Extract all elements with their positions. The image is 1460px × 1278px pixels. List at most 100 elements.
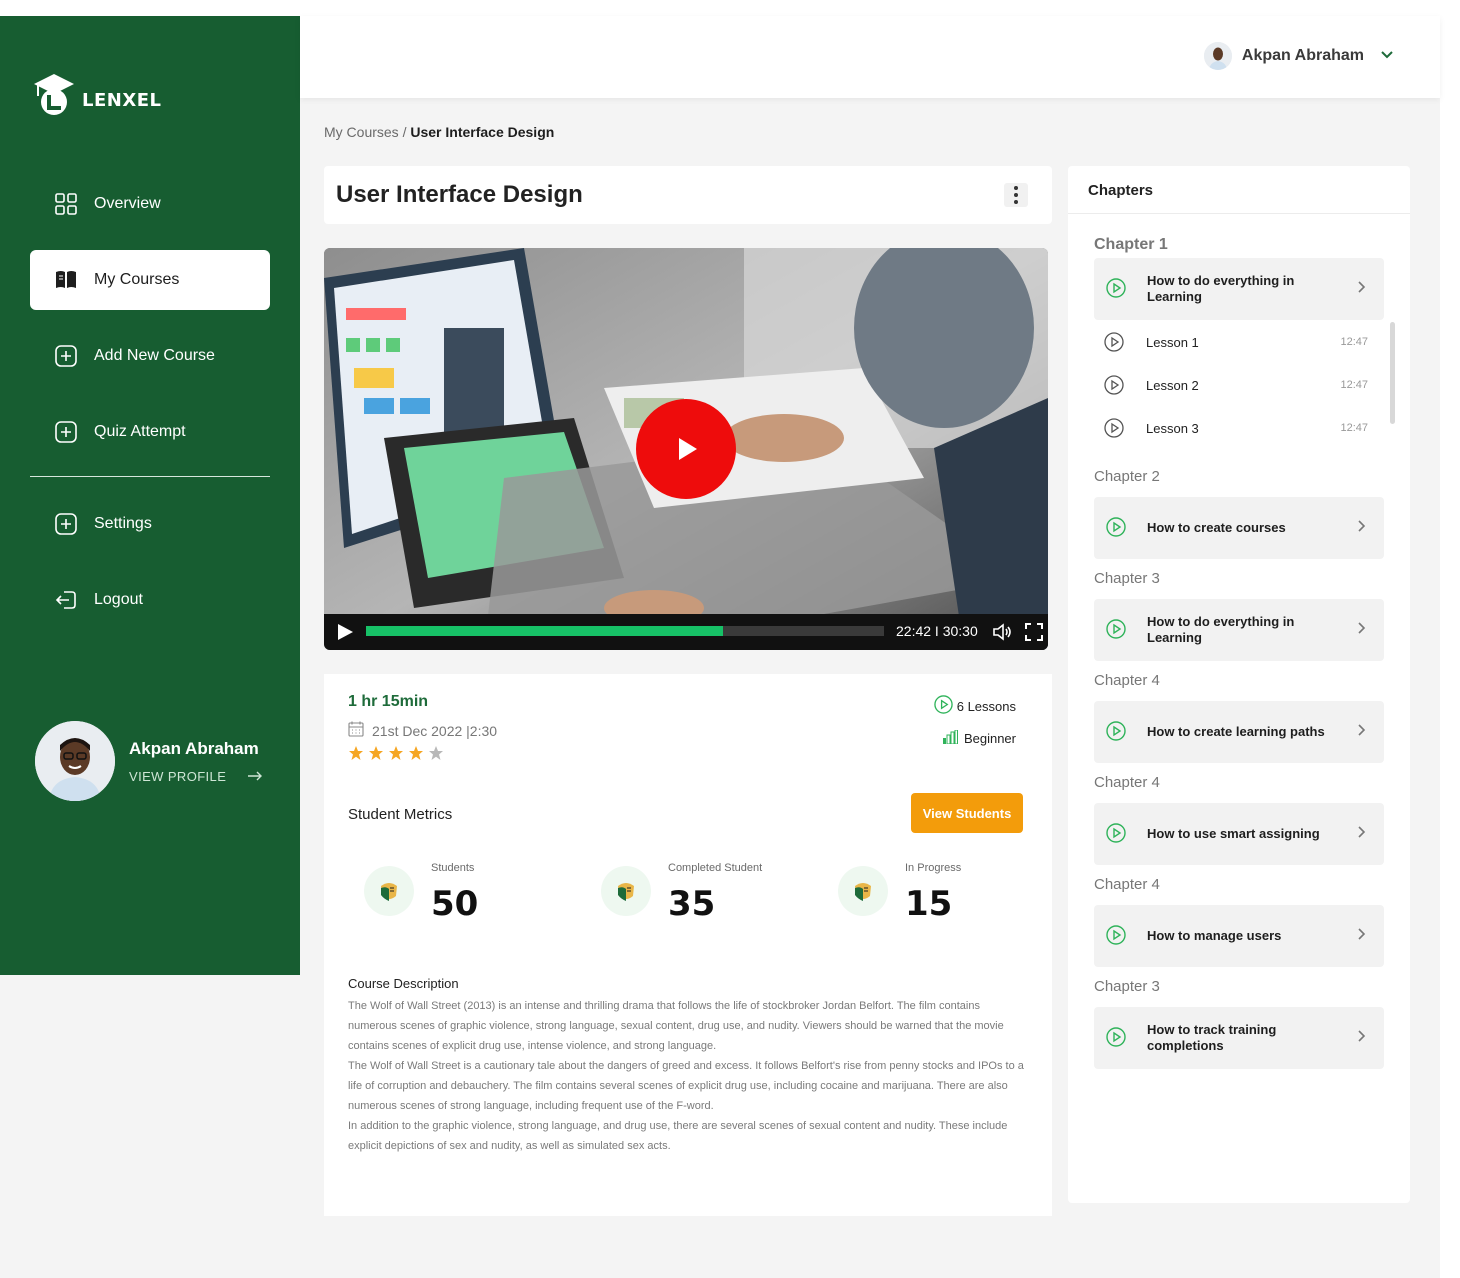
description-paragraph: The Wolf of Wall Street is a cautionary … — [348, 1060, 1024, 1112]
metric-value: 50 — [431, 884, 479, 924]
chevron-right-icon — [1358, 520, 1366, 532]
kebab-dot — [1014, 193, 1018, 197]
chevron-right-icon — [1358, 928, 1366, 940]
profile-name: Akpan Abraham — [129, 738, 259, 758]
chapter-item[interactable]: How to create courses — [1094, 497, 1384, 559]
chevron-down-icon — [1380, 47, 1394, 65]
student-icon — [601, 866, 651, 916]
play-circle-icon — [1104, 332, 1124, 352]
course-description-title: Course Description — [348, 976, 459, 991]
logout-icon — [54, 588, 78, 612]
brand-name: LENXEL — [82, 89, 162, 111]
chapters-title: Chapters — [1088, 182, 1154, 199]
lesson-item[interactable]: Lesson 3 12:47 — [1104, 417, 1368, 439]
chapter-label: Chapter 2 — [1094, 468, 1160, 485]
play-circle-icon — [1106, 823, 1126, 843]
chapter-item-title: How to create learning paths — [1147, 724, 1325, 739]
chapter-label: Chapter 1 — [1094, 236, 1168, 253]
graduation-cap-icon — [32, 72, 76, 118]
view-profile-link[interactable]: VIEW PROFILE — [129, 768, 263, 784]
user-menu[interactable]: Akpan Abraham — [1203, 42, 1394, 70]
star-empty-icon — [429, 746, 443, 760]
chapter-item[interactable]: How to manage users — [1094, 905, 1384, 967]
sidebar-item-label: Overview — [94, 195, 161, 212]
metric-label: Completed Student — [668, 862, 763, 874]
sidebar-item-label: Logout — [94, 591, 143, 608]
video-controls: 22:42 I 30:30 — [324, 614, 1048, 650]
kebab-dot — [1014, 186, 1018, 190]
breadcrumb-current: User Interface Design — [410, 124, 555, 140]
video-progress-bar[interactable] — [366, 626, 884, 636]
play-video-button[interactable] — [636, 399, 736, 499]
description-paragraph: In addition to the graphic violence, str… — [348, 1120, 1008, 1152]
star-filled-icon — [369, 746, 383, 760]
sidebar-divider — [30, 476, 270, 477]
fullscreen-icon[interactable] — [1024, 622, 1044, 642]
chapters-panel: Chapters Chapter 1 How to do everything … — [1068, 166, 1410, 1203]
sidebar-item-quiz-attempt[interactable]: Quiz Attempt — [30, 402, 270, 462]
signal-bars-icon — [942, 729, 958, 747]
star-filled-icon — [349, 746, 363, 760]
metric-label: Students — [431, 862, 475, 874]
sidebar-item-add-new-course[interactable]: Add New Course — [30, 326, 270, 386]
video-time: 22:42 I 30:30 — [896, 623, 978, 639]
course-info-card: 1 hr 15min 21st Dec 2022 |2:30 6 Lessons… — [324, 674, 1052, 1216]
more-options-button[interactable] — [1004, 183, 1028, 207]
sidebar-item-label: Settings — [94, 515, 152, 532]
arrow-right-icon — [248, 769, 263, 784]
play-circle-icon — [1106, 1027, 1126, 1047]
lesson-title: Lesson 3 — [1146, 420, 1199, 436]
sidebar-item-label: Quiz Attempt — [94, 423, 186, 440]
sidebar-item-overview[interactable]: Overview — [30, 174, 270, 234]
chapters-scrollbar[interactable] — [1390, 322, 1395, 424]
chapter-item[interactable]: How to use smart assigning — [1094, 803, 1384, 865]
plus-square-icon — [54, 344, 78, 368]
chapter-item[interactable]: How to create learning paths — [1094, 701, 1384, 763]
play-circle-icon — [1106, 278, 1126, 298]
chapter-item-title: How to do everything in Learning — [1147, 614, 1295, 645]
play-circle-icon — [934, 695, 953, 717]
video-player[interactable]: 22:42 I 30:30 — [324, 248, 1048, 650]
plus-square-icon — [54, 420, 78, 444]
lesson-item[interactable]: Lesson 2 12:47 — [1104, 374, 1368, 396]
metric-value: 15 — [905, 884, 953, 924]
view-students-button[interactable]: View Students — [911, 793, 1023, 833]
sidebar-item-label: Add New Course — [94, 347, 215, 364]
lesson-duration: 12:47 — [1340, 336, 1368, 348]
description-paragraph: The Wolf of Wall Street (2013) is an int… — [348, 1000, 1004, 1052]
breadcrumb-separator: / — [402, 124, 407, 140]
play-icon[interactable] — [336, 623, 354, 641]
brand-logo[interactable]: LENXEL — [32, 72, 161, 118]
kebab-dot — [1014, 200, 1018, 204]
course-duration: 1 hr 15min — [348, 693, 429, 710]
sidebar-item-logout[interactable]: Logout — [30, 570, 270, 630]
course-title-card: User Interface Design — [324, 166, 1052, 224]
chapter-item[interactable]: How to do everything in Learning — [1094, 258, 1384, 320]
play-circle-icon — [1106, 925, 1126, 945]
sidebar-item-my-courses[interactable]: My Courses — [30, 250, 270, 310]
chapter-item[interactable]: How to track training completions — [1094, 1007, 1384, 1069]
star-filled-icon — [409, 746, 423, 760]
calendar-icon — [348, 721, 364, 740]
sidebar-profile: Akpan Abraham VIEW PROFILE — [35, 721, 263, 801]
play-circle-icon — [1104, 418, 1124, 438]
avatar[interactable] — [35, 721, 115, 801]
chapter-item-title: How to do everything in Learning — [1147, 273, 1295, 304]
header-user-name: Akpan Abraham — [1241, 47, 1364, 64]
chapter-item-title: How to create courses — [1147, 520, 1286, 535]
chapter-item[interactable]: How to do everything in Learning — [1094, 599, 1384, 661]
plus-square-icon — [54, 512, 78, 536]
lesson-title: Lesson 2 — [1146, 377, 1199, 393]
chevron-right-icon — [1358, 281, 1366, 293]
play-icon — [679, 438, 697, 460]
course-description: The Wolf of Wall Street (2013) is an int… — [348, 996, 1028, 1156]
sidebar-item-settings[interactable]: Settings — [30, 494, 270, 554]
lesson-item[interactable]: Lesson 1 12:47 — [1104, 331, 1368, 353]
view-profile-label: VIEW PROFILE — [129, 768, 227, 784]
chapter-label: Chapter 3 — [1094, 570, 1160, 587]
breadcrumb-parent[interactable]: My Courses — [324, 124, 399, 140]
volume-icon[interactable] — [992, 622, 1012, 642]
avatar — [1203, 42, 1232, 70]
course-date: 21st Dec 2022 |2:30 — [348, 721, 497, 740]
chevron-right-icon — [1358, 724, 1366, 736]
